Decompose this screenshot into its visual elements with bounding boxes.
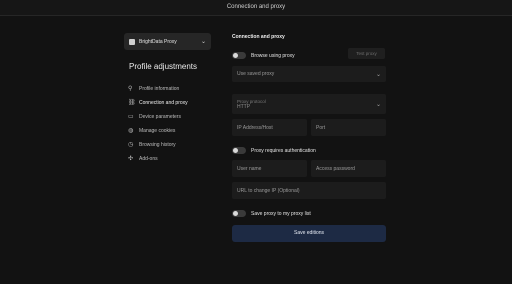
- user-icon: ⚲: [128, 86, 133, 92]
- save-to-list-label: Save proxy to my proxy list: [251, 210, 311, 217]
- chevron-down-icon: ⌄: [375, 101, 381, 108]
- sidebar-item-label: Profile information: [139, 86, 180, 92]
- section-title: Connection and proxy: [232, 34, 285, 40]
- port-input[interactable]: Port: [311, 119, 386, 136]
- chevron-down-icon: ⌄: [375, 71, 381, 78]
- sidebar-item-label: Connection and proxy: [139, 100, 188, 106]
- saved-proxy-placeholder: Use saved proxy: [237, 71, 275, 77]
- test-proxy-button[interactable]: Test proxy: [348, 48, 385, 59]
- profile-select-value: BrightData Proxy: [139, 38, 177, 45]
- browse-proxy-label: Browse using proxy: [251, 52, 295, 59]
- sidebar-item-connection-and-proxy[interactable]: ⛓ Connection and proxy: [128, 96, 218, 110]
- password-placeholder: Access password: [316, 165, 355, 172]
- puzzle-icon: ✣: [128, 156, 134, 162]
- password-input[interactable]: Access password: [311, 160, 386, 177]
- sidebar-title: Profile adjustments: [129, 62, 198, 71]
- proxy-protocol-value: HTTP: [237, 103, 251, 110]
- chevron-down-icon: ⌄: [200, 39, 206, 45]
- sidebar-item-profile-information[interactable]: ⚲ Profile information: [128, 82, 218, 96]
- port-placeholder: Port: [316, 124, 326, 131]
- save-to-list-toggle[interactable]: [232, 210, 246, 217]
- sidebar-item-add-ons[interactable]: ✣ Add-ons: [128, 152, 218, 166]
- browse-proxy-toggle[interactable]: [232, 52, 246, 59]
- sidebar-item-label: Device parameters: [139, 114, 181, 120]
- cookie-icon: ◍: [128, 128, 134, 134]
- sidebar-nav: ⚲ Profile information ⛓ Connection and p…: [128, 82, 218, 166]
- change-ip-placeholder: URL to change IP (Optional): [237, 187, 300, 194]
- sidebar-item-manage-cookies[interactable]: ◍ Manage cookies: [128, 124, 218, 138]
- device-icon: ▭: [128, 114, 134, 120]
- saved-proxy-select[interactable]: Use saved proxy ⌄: [232, 66, 386, 82]
- username-input[interactable]: User name: [232, 160, 307, 177]
- sidebar-item-label: Browsing history: [139, 142, 176, 148]
- ip-address-input[interactable]: IP Address/Host: [232, 119, 307, 136]
- proxy-auth-toggle[interactable]: [232, 147, 246, 154]
- sidebar-item-browsing-history[interactable]: ◷ Browsing history: [128, 138, 218, 152]
- save-editions-button[interactable]: Save editions: [232, 225, 386, 242]
- browse-proxy-row: Browse using proxy: [232, 52, 295, 59]
- sidebar-item-device-parameters[interactable]: ▭ Device parameters: [128, 110, 218, 124]
- sidebar-item-label: Manage cookies: [139, 128, 176, 134]
- proxy-protocol-text: Proxy protocol HTTP: [237, 99, 266, 110]
- proxy-auth-label: Proxy requires authentication: [251, 147, 316, 154]
- proxy-auth-row: Proxy requires authentication: [232, 147, 316, 154]
- sidebar-item-label: Add-ons: [139, 156, 158, 162]
- ip-address-placeholder: IP Address/Host: [237, 124, 273, 131]
- history-icon: ◷: [128, 142, 134, 148]
- change-ip-url-input[interactable]: URL to change IP (Optional): [232, 182, 386, 199]
- brightdata-logo-icon: [129, 38, 135, 45]
- window-title: Connection and proxy: [0, 0, 512, 16]
- save-to-list-row: Save proxy to my proxy list: [232, 210, 311, 217]
- link-icon: ⛓: [128, 100, 136, 106]
- proxy-protocol-select[interactable]: Proxy protocol HTTP ⌄: [232, 94, 386, 114]
- username-placeholder: User name: [237, 165, 262, 172]
- profile-select[interactable]: BrightData Proxy ⌄: [124, 33, 211, 50]
